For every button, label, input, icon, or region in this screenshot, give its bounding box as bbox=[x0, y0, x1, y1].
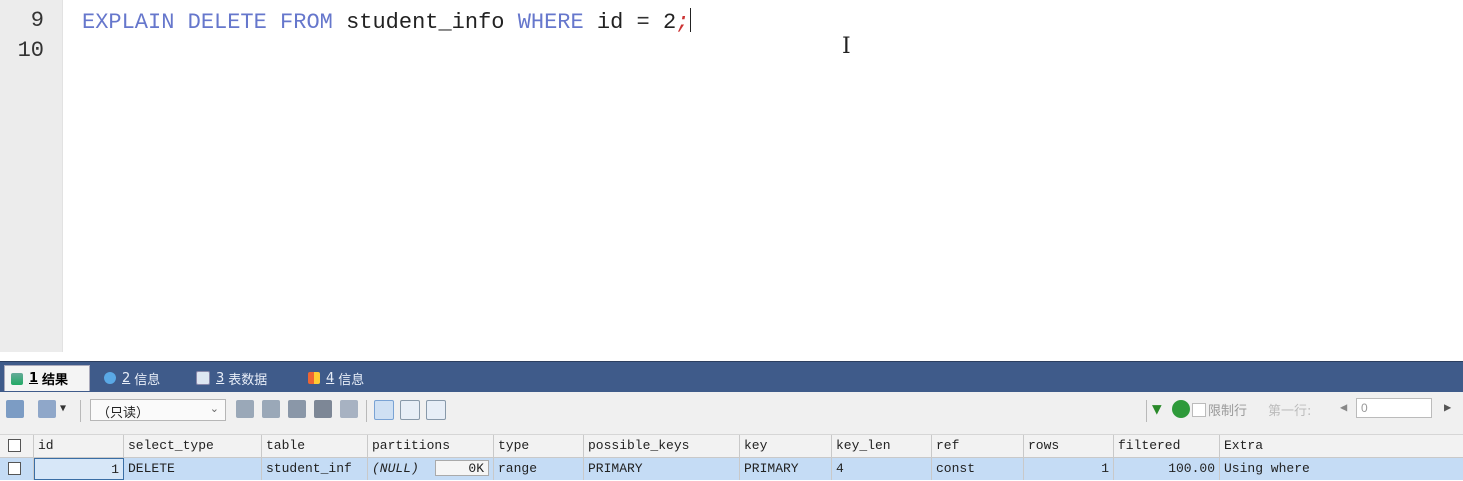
cell-id[interactable]: 1 bbox=[34, 458, 124, 480]
column-header[interactable]: partitions bbox=[368, 435, 494, 457]
toolbar-separator bbox=[1146, 400, 1147, 422]
number-literal: 2 bbox=[662, 10, 677, 35]
select-all-checkbox[interactable] bbox=[8, 439, 21, 452]
null-value: (NULL) bbox=[372, 461, 419, 476]
save-icon[interactable] bbox=[288, 400, 306, 418]
column-header[interactable]: select_type bbox=[124, 435, 262, 457]
keyword-explain: EXPLAIN bbox=[82, 10, 175, 35]
keyword-delete: DELETE bbox=[187, 10, 267, 35]
table-identifier: student_info bbox=[346, 10, 505, 35]
column-header[interactable]: key bbox=[740, 435, 832, 457]
cell-key[interactable]: PRIMARY bbox=[740, 458, 832, 480]
first-row-input[interactable]: 0 bbox=[1356, 398, 1432, 418]
text-caret bbox=[690, 8, 692, 32]
column-header[interactable]: possible_keys bbox=[584, 435, 740, 457]
delete-icon[interactable] bbox=[314, 400, 332, 418]
blob-size: 0K bbox=[435, 460, 489, 476]
readonly-label: （只读） bbox=[97, 406, 150, 421]
column-header[interactable]: table bbox=[262, 435, 368, 457]
readonly-select[interactable]: （只读） ⌄ bbox=[90, 399, 226, 421]
column-header[interactable]: type bbox=[494, 435, 584, 457]
line-number: 9 bbox=[30, 8, 44, 33]
tab-results[interactable]: 1 结果 bbox=[4, 365, 90, 391]
column-identifier: id bbox=[596, 10, 624, 35]
limit-rows-checkbox[interactable] bbox=[1192, 403, 1206, 417]
tab-info[interactable]: 2 信息 bbox=[98, 365, 186, 391]
next-page-icon[interactable]: ▶ bbox=[1444, 400, 1451, 414]
line-number: 10 bbox=[17, 38, 44, 63]
cell-select-type[interactable]: DELETE bbox=[124, 458, 262, 480]
cell-key-len[interactable]: 4 bbox=[832, 458, 932, 480]
cell-ref[interactable]: const bbox=[932, 458, 1024, 480]
form-view-icon[interactable] bbox=[400, 400, 420, 420]
tab-number: 4 bbox=[326, 370, 335, 386]
tab-number: 2 bbox=[122, 370, 131, 386]
table-row[interactable]: 1 DELETE student_inf (NULL) 0K range PRIM… bbox=[0, 458, 1463, 480]
equals-operator: = bbox=[636, 10, 650, 35]
select-all-cell[interactable] bbox=[0, 435, 34, 457]
cell-partitions[interactable]: (NULL) 0K bbox=[368, 458, 494, 480]
info2-tab-icon bbox=[308, 372, 320, 384]
info-tab-icon bbox=[104, 372, 116, 384]
semicolon: ; bbox=[676, 10, 690, 35]
tabledata-tab-icon bbox=[196, 371, 210, 385]
tab-table-data[interactable]: 3 表数据 bbox=[190, 365, 296, 391]
line-gutter: 9 10 bbox=[0, 0, 63, 352]
row-select-cell[interactable] bbox=[0, 458, 34, 480]
tab-label: 表数据 bbox=[228, 372, 268, 388]
ibeam-cursor-icon: I bbox=[842, 34, 851, 59]
column-header[interactable]: key_len bbox=[832, 435, 932, 457]
column-header[interactable]: Extra bbox=[1220, 435, 1463, 457]
export-icon[interactable] bbox=[38, 400, 56, 418]
results-grid: id select_type table partitions type pos… bbox=[0, 435, 1463, 481]
cell-possible-keys[interactable]: PRIMARY bbox=[584, 458, 740, 480]
tab-info-2[interactable]: 4 信息 bbox=[302, 365, 392, 391]
insert-row-icon[interactable] bbox=[236, 400, 254, 418]
code-line[interactable]: EXPLAIN DELETE FROM student_info WHERE i… bbox=[82, 8, 692, 35]
cell-filtered[interactable]: 100.00 bbox=[1114, 458, 1220, 480]
column-header[interactable]: ref bbox=[932, 435, 1024, 457]
tab-label: 结果 bbox=[42, 373, 69, 388]
tab-number: 3 bbox=[216, 370, 225, 386]
column-header[interactable]: filtered bbox=[1114, 435, 1220, 457]
toolbar-separator bbox=[366, 400, 367, 422]
cell-table[interactable]: student_inf bbox=[262, 458, 368, 480]
chevron-down-icon[interactable]: ▼ bbox=[60, 400, 70, 418]
result-tab-icon bbox=[11, 372, 23, 385]
cell-rows[interactable]: 1 bbox=[1024, 458, 1114, 480]
column-header[interactable]: rows bbox=[1024, 435, 1114, 457]
keyword-from: FROM bbox=[280, 10, 333, 35]
prev-page-icon[interactable]: ◀ bbox=[1340, 400, 1347, 414]
chevron-down-icon: ⌄ bbox=[209, 402, 219, 415]
duplicate-row-icon[interactable] bbox=[262, 400, 280, 418]
add-row-icon[interactable] bbox=[6, 400, 24, 418]
row-checkbox[interactable] bbox=[8, 462, 21, 475]
cell-type[interactable]: range bbox=[494, 458, 584, 480]
result-tabs-bar: 1 结果 2 信息 3 表数据 4 信息 bbox=[0, 361, 1463, 392]
header-row: id select_type table partitions type pos… bbox=[0, 435, 1463, 458]
tab-label: 信息 bbox=[134, 372, 161, 388]
limit-rows-label: 限制行 bbox=[1208, 404, 1248, 419]
first-row-label: 第一行: bbox=[1268, 404, 1312, 419]
results-toolbar: ▼ （只读） ⌄ ▼ 限制行 第一行: ◀ 0 ▶ bbox=[0, 392, 1463, 435]
tab-number: 1 bbox=[29, 371, 39, 386]
cancel-icon[interactable] bbox=[340, 400, 358, 418]
tab-label: 信息 bbox=[338, 372, 365, 388]
filter-icon[interactable]: ▼ bbox=[1152, 400, 1170, 418]
cell-extra[interactable]: Using where bbox=[1220, 458, 1463, 480]
column-header[interactable]: id bbox=[34, 435, 124, 457]
toolbar-separator bbox=[80, 400, 81, 422]
grid-view-icon[interactable] bbox=[374, 400, 394, 420]
sql-editor[interactable]: 9 10 EXPLAIN DELETE FROM student_info WH… bbox=[0, 0, 1463, 352]
keyword-where: WHERE bbox=[517, 10, 584, 35]
text-view-icon[interactable] bbox=[426, 400, 446, 420]
refresh-icon[interactable] bbox=[1172, 400, 1190, 418]
